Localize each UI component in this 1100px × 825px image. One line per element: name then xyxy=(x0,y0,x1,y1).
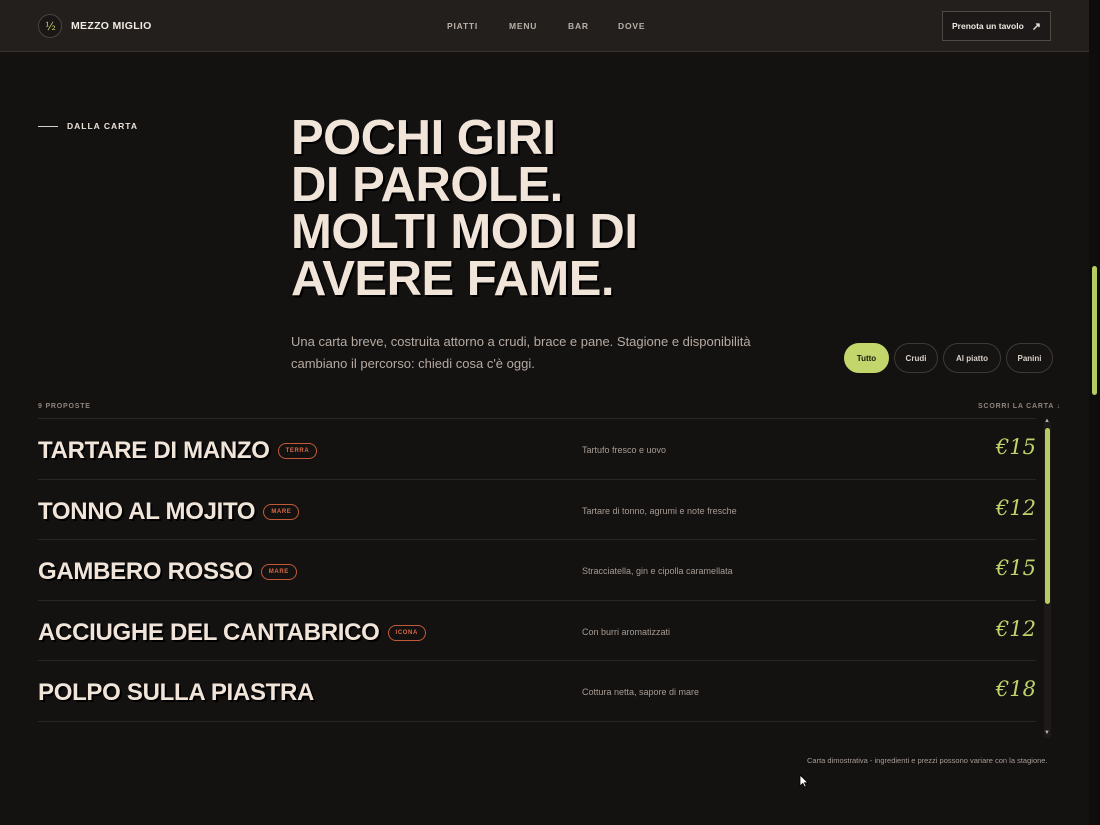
dish-price: €12 xyxy=(995,495,1036,520)
dish-tag: TERRA xyxy=(277,443,318,459)
filter-panini[interactable]: Panini xyxy=(1006,343,1053,373)
dish-description: Stracciatella, gin e cipolla caramellata xyxy=(582,566,733,576)
nav-bar[interactable]: BAR xyxy=(568,21,589,31)
dish-title: GAMBERO ROSSO MARE xyxy=(38,558,297,586)
filter-crudi[interactable]: Crudi xyxy=(894,343,938,373)
mouse-cursor-icon xyxy=(799,774,809,788)
filter-chips: Tutto Crudi Al piatto Panini xyxy=(844,343,1053,373)
filter-al-piatto[interactable]: Al piatto xyxy=(943,343,1001,373)
dish-description: Con burri aromatizzati xyxy=(582,626,671,637)
footnote: Carta dimostrativa - ingredienti e prezz… xyxy=(807,756,1048,765)
logo-icon[interactable]: ½ xyxy=(38,14,62,38)
dish-name: POLPO SULLA PIASTRA xyxy=(38,679,315,706)
scroll-down-icon[interactable]: ▼ xyxy=(1044,730,1050,736)
dish-tag: MARE xyxy=(260,564,297,580)
dish-name: GAMBERO ROSSO xyxy=(38,558,253,585)
list-item[interactable]: GAMBERO ROSSO MARE Stracciatella, gin e … xyxy=(38,540,1036,601)
dish-price: €15 xyxy=(995,435,1036,459)
menu-list: TARTARE DI MANZO TERRA Tartufo fresco e … xyxy=(38,418,1036,722)
title-line: AVERE FAME. xyxy=(291,252,615,306)
filter-tutto[interactable]: Tutto xyxy=(844,343,889,373)
title-line: POCHI GIRI xyxy=(291,111,556,165)
nav-dove[interactable]: DOVE xyxy=(618,21,645,31)
brand-name[interactable]: MEZZO MIGLIO xyxy=(71,20,152,32)
eyebrow-label: DALLA CARTA xyxy=(67,121,138,131)
proposals-count: 9 PROPOSTE xyxy=(38,403,91,410)
reserve-table-label: Prenota un tavolo xyxy=(951,21,1024,31)
dish-title: TONNO AL MOJITO MARE xyxy=(38,497,300,526)
dish-title: TARTARE DI MANZO TERRA xyxy=(38,437,318,465)
list-item[interactable]: ACCIUGHE DEL CANTABRICO ICONA Con burri … xyxy=(38,601,1036,661)
dish-tag: ICONA xyxy=(387,624,426,641)
page-scrollbar-thumb[interactable] xyxy=(1092,266,1097,395)
dish-description: Cottura netta, sapore di mare xyxy=(582,687,700,697)
list-item[interactable]: POLPO SULLA PIASTRA Cottura netta, sapor… xyxy=(38,661,1036,722)
eyebrow: DALLA CARTA xyxy=(38,121,138,131)
nav-menu[interactable]: MENU xyxy=(509,21,537,31)
title-line: DI PAROLE. xyxy=(291,158,563,212)
site-header: ½ MEZZO MIGLIO PIATTI MENU BAR DOVE Pren… xyxy=(0,0,1089,52)
dish-title: ACCIUGHE DEL CANTABRICO ICONA xyxy=(38,619,426,647)
list-scrollbar-thumb[interactable] xyxy=(1045,428,1050,604)
page-title: POCHI GIRI DI PAROLE. MOLTI MODI DI AVER… xyxy=(291,111,638,306)
dish-name: TONNO AL MOJITO xyxy=(38,497,256,525)
hero-description: Una carta breve, costruita attorno a cru… xyxy=(291,334,751,371)
title-line: MOLTI MODI DI xyxy=(291,205,638,259)
dish-description: Tartare di tonno, agrumi e note fresche xyxy=(582,505,737,516)
scroll-up-icon[interactable]: ▲ xyxy=(1044,418,1050,424)
nav-piatti[interactable]: PIATTI xyxy=(447,21,478,31)
eyebrow-divider xyxy=(38,125,58,127)
arrow-up-right-icon: ↗ xyxy=(1031,20,1041,33)
dish-price: €15 xyxy=(995,556,1036,580)
page-scrollbar[interactable] xyxy=(1089,0,1100,825)
list-item[interactable]: TARTARE DI MANZO TERRA Tartufo fresco e … xyxy=(38,419,1036,480)
dish-price: €12 xyxy=(995,616,1036,641)
dish-tag: MARE xyxy=(263,503,300,520)
list-item[interactable]: TONNO AL MOJITO MARE Tartare di tonno, a… xyxy=(38,480,1036,540)
dish-name: TARTARE DI MANZO xyxy=(38,437,270,464)
dish-title: POLPO SULLA PIASTRA xyxy=(38,679,314,707)
dish-price: €18 xyxy=(995,677,1036,701)
dish-name: ACCIUGHE DEL CANTABRICO xyxy=(38,618,380,646)
dish-description: Tartufo fresco e uovo xyxy=(582,445,667,455)
scroll-hint: SCORRI LA CARTA ↓ xyxy=(978,403,1061,410)
reserve-table-button[interactable]: Prenota un tavolo ↗ xyxy=(942,11,1051,41)
